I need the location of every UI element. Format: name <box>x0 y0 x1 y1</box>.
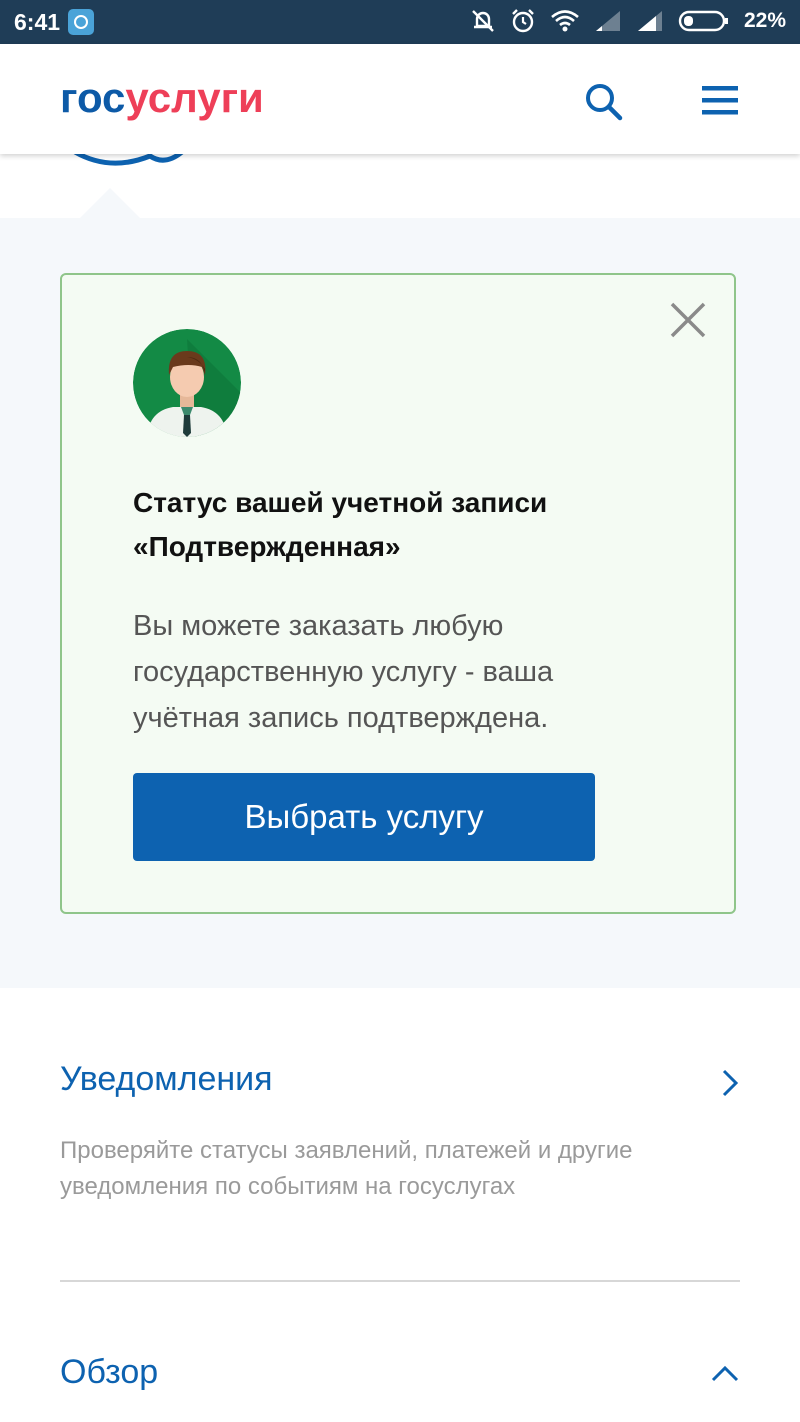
close-icon <box>670 302 706 338</box>
alarm-icon <box>512 9 534 33</box>
logo-part-gos: гос <box>60 74 126 121</box>
menu-button[interactable] <box>702 84 738 116</box>
menu-icon <box>702 86 738 115</box>
chevron-up-icon[interactable] <box>710 1363 740 1383</box>
status-bar: 6:41 22% <box>0 0 800 44</box>
gosuslugi-logo[interactable]: госуслуги <box>60 74 264 122</box>
search-icon <box>586 84 623 121</box>
app-header: госуслуги <box>0 44 800 154</box>
status-card-description: Вы можете заказать любую государственную… <box>133 610 554 734</box>
account-status-card: Статус вашей учетной записи «Подтвержден… <box>60 273 736 914</box>
overview-section[interactable]: Обзор <box>60 1353 740 1392</box>
status-title-line: Статус вашей учетной записи <box>133 487 548 518</box>
search-button[interactable] <box>584 82 624 122</box>
status-time: 6:41 <box>14 9 61 35</box>
choose-service-button[interactable]: Выбрать услугу <box>133 773 595 861</box>
battery-icon <box>678 10 728 32</box>
close-button[interactable] <box>668 300 708 340</box>
signal-icon <box>595 11 620 31</box>
pointer-notch <box>80 188 140 218</box>
user-avatar-icon <box>133 329 241 437</box>
notifications-section[interactable]: Уведомления Проверяйте статусы заявлений… <box>60 1060 740 1205</box>
app-notification-icon <box>68 9 94 35</box>
logo-part-uslugi: услуги <box>125 74 264 121</box>
overview-title[interactable]: Обзор <box>60 1353 740 1392</box>
avatar <box>133 329 241 437</box>
divider <box>60 1280 740 1282</box>
wifi-icon <box>551 10 579 32</box>
status-card-title: Статус вашей учетной записи «Подтвержден… <box>133 481 693 569</box>
notifications-title[interactable]: Уведомления <box>60 1060 740 1099</box>
signal-icon <box>637 11 662 31</box>
notifications-description: Проверяйте статусы заявлений, платежей и… <box>60 1137 633 1200</box>
chevron-right-icon[interactable] <box>720 1068 740 1098</box>
status-icons: 22% <box>470 8 786 34</box>
battery-level: 22% <box>743 9 786 32</box>
mute-icon <box>472 10 494 32</box>
status-value: «Подтвержденная» <box>133 531 401 562</box>
